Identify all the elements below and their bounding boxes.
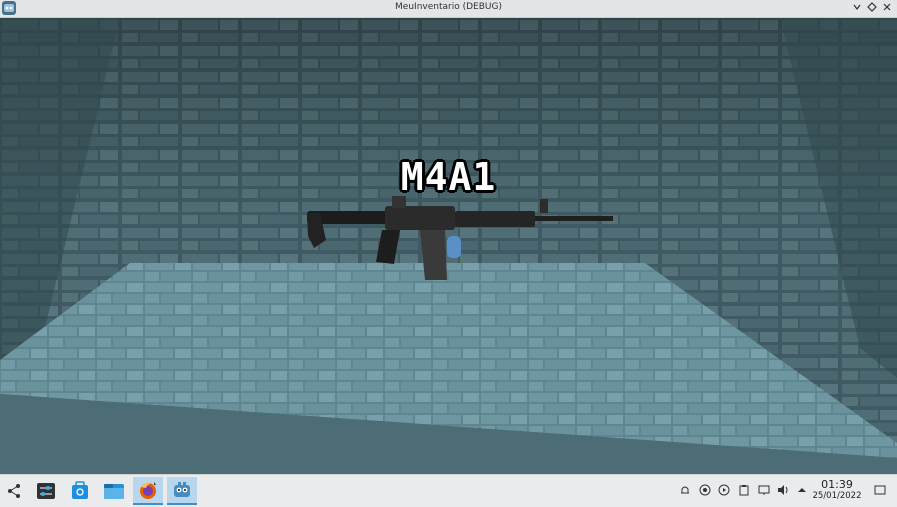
window-titlebar[interactable]: MeuInventario (DEBUG) [0,0,897,18]
notifications-icon[interactable] [678,483,692,497]
display-icon[interactable] [757,483,771,497]
game-viewport[interactable]: M4A1 [0,18,897,474]
steam-icon[interactable] [698,483,712,497]
clock[interactable]: 01:39 25/01/2022 [810,479,864,502]
maximize-icon[interactable] [866,2,878,14]
godot-icon[interactable] [167,477,197,505]
item-name-label: M4A1 [400,155,497,199]
clock-time: 01:39 [821,478,853,491]
window-title: MeuInventario (DEBUG) [395,2,502,12]
show-desktop-icon[interactable] [873,483,887,497]
clock-date: 25/01/2022 [812,491,862,501]
settings-icon[interactable] [31,477,61,505]
minimize-icon[interactable] [851,2,863,14]
tray-expand-icon[interactable] [795,483,809,497]
media-player-icon[interactable] [717,483,731,497]
clipboard-icon[interactable] [737,483,751,497]
volume-icon[interactable] [776,483,790,497]
launcher-icon[interactable] [0,477,30,505]
firefox-icon[interactable] [133,477,163,505]
close-icon[interactable] [881,2,893,14]
taskbar: 01:39 25/01/2022 [0,474,897,507]
discover-icon[interactable] [65,477,95,505]
files-icon[interactable] [99,477,129,505]
